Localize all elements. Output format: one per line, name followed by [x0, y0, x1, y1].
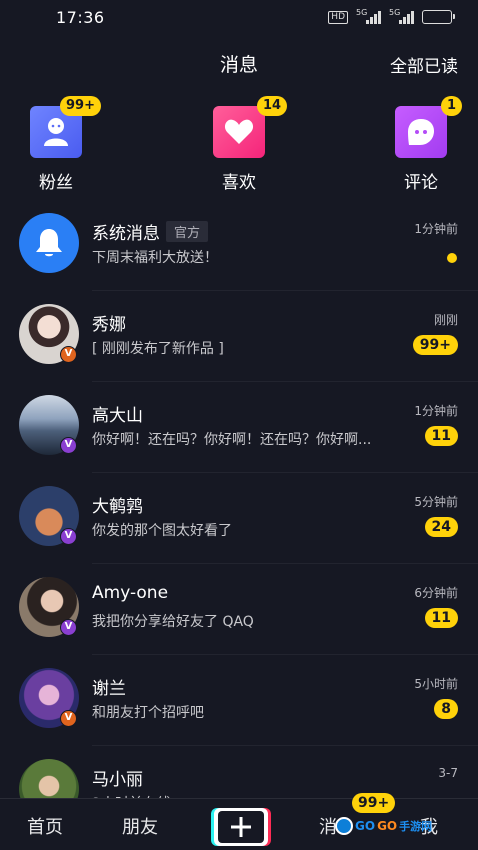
- list-item[interactable]: 系统消息 官方 下周末福利大放送！ 1分钟前: [0, 200, 478, 291]
- person-icon: [44, 118, 68, 146]
- comments-badge: 1: [441, 96, 463, 116]
- fans-badge: 99+: [60, 96, 101, 116]
- message-name: 马小丽: [92, 770, 143, 790]
- heart-icon: [224, 119, 254, 144]
- category-label: 粉丝: [39, 173, 73, 193]
- signal-label: 5G: [356, 8, 368, 17]
- bell-icon: [36, 229, 62, 257]
- signal-label: 5G: [389, 8, 401, 17]
- message-preview: 我把你分享给好友了 QAQ: [92, 614, 254, 630]
- watermark-text: GO: [377, 819, 398, 833]
- comment-icon: [408, 119, 434, 145]
- list-item[interactable]: V 高大山 你好啊！还在吗？你好啊！还在吗？你好啊... 1分钟前 11: [0, 382, 478, 473]
- message-preview: [ 刚刚发布了新作品 ]: [92, 341, 224, 357]
- watermark-text: GO: [355, 819, 376, 833]
- unread-count-badge: 24: [424, 517, 458, 537]
- signal-icon: 5G: [389, 8, 414, 24]
- message-time: 5小时前: [414, 677, 458, 691]
- category-fans[interactable]: 99+ 粉丝: [11, 96, 101, 193]
- message-name-text: 系统消息: [92, 224, 160, 244]
- message-preview: 你发的那个图太好看了: [92, 523, 232, 539]
- nav-messages-badge: 99+: [352, 793, 396, 813]
- message-name: 秀娜: [92, 315, 126, 335]
- message-name: 系统消息 官方: [92, 219, 209, 244]
- fans-icon-box: 99+: [30, 96, 101, 158]
- nav-friends[interactable]: 朋友: [122, 813, 158, 839]
- watermark-circle-icon: [335, 817, 353, 835]
- comments-icon-box: 1: [395, 96, 463, 158]
- message-time: 1分钟前: [414, 404, 458, 418]
- message-time: 1分钟前: [414, 222, 458, 236]
- message-name: 高大山: [92, 406, 143, 426]
- battery-icon: [422, 10, 455, 24]
- add-button-inner: [218, 811, 264, 843]
- header: 消息 全部已读: [0, 44, 478, 80]
- list-item[interactable]: V 秀娜 [ 刚刚发布了新作品 ] 刚刚 99+: [0, 291, 478, 382]
- category-row: 99+ 粉丝 14 喜欢 1 评论: [0, 96, 478, 196]
- category-comments[interactable]: 1 评论: [376, 96, 466, 193]
- verified-badge: V: [60, 710, 77, 727]
- verified-badge: V: [60, 346, 77, 363]
- verified-badge: V: [60, 619, 77, 636]
- message-time: 5分钟前: [414, 495, 458, 509]
- add-button[interactable]: [214, 808, 268, 846]
- bottom-nav: 首页 朋友 消 99+ 我 GO GO 手游网: [0, 793, 478, 850]
- unread-dot: [447, 253, 457, 263]
- list-item[interactable]: V 大鹌鹑 你发的那个图太好看了 5分钟前 24: [0, 473, 478, 564]
- message-preview: 和朋友打个招呼吧: [92, 705, 204, 721]
- message-time: 6分钟前: [414, 586, 458, 600]
- unread-count-badge: 11: [424, 608, 458, 628]
- status-time: 17:36: [56, 7, 105, 27]
- signal-icon: 5G: [356, 8, 381, 24]
- message-time: 3-7: [438, 766, 458, 780]
- message-name: 谢兰: [92, 679, 126, 699]
- message-list: 系统消息 官方 下周末福利大放送！ 1分钟前 V 秀娜 [ 刚刚发布了新作品 ] …: [0, 200, 478, 837]
- list-item[interactable]: V 谢兰 和朋友打个招呼吧 5小时前 8: [0, 655, 478, 746]
- message-time: 刚刚: [433, 313, 458, 327]
- system-avatar: [19, 213, 79, 273]
- status-icons: HD 5G 5G: [328, 8, 455, 24]
- likes-icon-box: 14: [213, 96, 288, 158]
- category-label: 评论: [404, 173, 438, 193]
- message-preview: 下周末福利大放送！: [92, 250, 218, 266]
- unread-count-badge: 11: [424, 426, 458, 446]
- likes-badge: 14: [257, 96, 288, 116]
- category-likes[interactable]: 14 喜欢: [194, 96, 288, 193]
- message-name: Amy-one: [92, 583, 169, 603]
- verified-badge: V: [60, 437, 77, 454]
- nav-home[interactable]: 首页: [27, 813, 63, 839]
- message-preview: 你好啊！还在吗？你好啊！还在吗？你好啊...: [92, 432, 372, 448]
- watermark-text: 手游网: [399, 820, 433, 833]
- hd-icon: HD: [328, 10, 348, 24]
- official-tag: 官方: [166, 221, 209, 242]
- unread-count-badge: 8: [434, 699, 458, 719]
- list-item[interactable]: V Amy-one 我把你分享给好友了 QAQ 6分钟前 11: [0, 564, 478, 655]
- verified-badge: V: [60, 528, 77, 545]
- mark-all-read-button[interactable]: 全部已读: [390, 52, 458, 77]
- status-bar: 17:36 HD 5G 5G: [0, 0, 478, 34]
- unread-count-badge: 99+: [412, 335, 458, 355]
- category-label: 喜欢: [222, 173, 256, 193]
- message-name: 大鹌鹑: [92, 497, 143, 517]
- plus-icon: [231, 817, 251, 837]
- watermark-logo: GO GO 手游网: [335, 817, 432, 835]
